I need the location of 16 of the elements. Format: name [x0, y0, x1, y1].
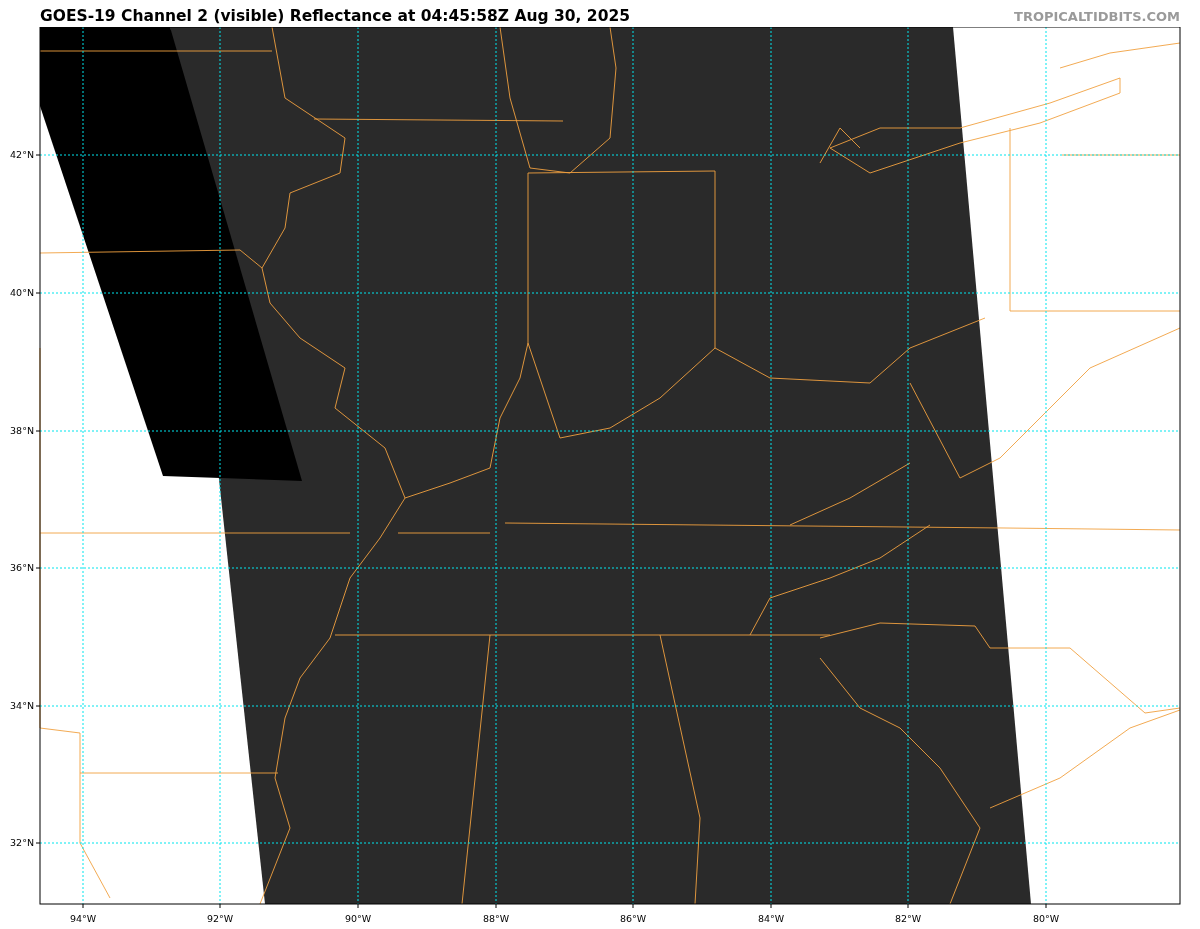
longitude-label: 88°W: [482, 913, 510, 924]
latitude-label: 32°N: [10, 837, 34, 848]
longitude-label: 92°W: [206, 913, 234, 924]
longitude-label: 80°W: [1032, 913, 1060, 924]
latitude-label: 38°N: [10, 425, 34, 436]
longitude-label: 84°W: [757, 913, 785, 924]
longitude-label: 82°W: [894, 913, 922, 924]
site-credit: TROPICALTIDBITS.COM: [1014, 9, 1180, 25]
map-title: GOES-19 Channel 2 (visible) Reflectance at 04:45:58Z Aug 30, 2025: [40, 7, 630, 25]
latitude-label: 40°N: [10, 287, 34, 298]
latitude-label: 36°N: [10, 562, 34, 573]
longitude-label: 86°W: [619, 913, 647, 924]
longitude-label: 90°W: [344, 913, 372, 924]
latitude-label: 34°N: [10, 700, 34, 711]
latitude-label: 42°N: [10, 149, 34, 160]
longitude-label: 94°W: [69, 913, 97, 924]
